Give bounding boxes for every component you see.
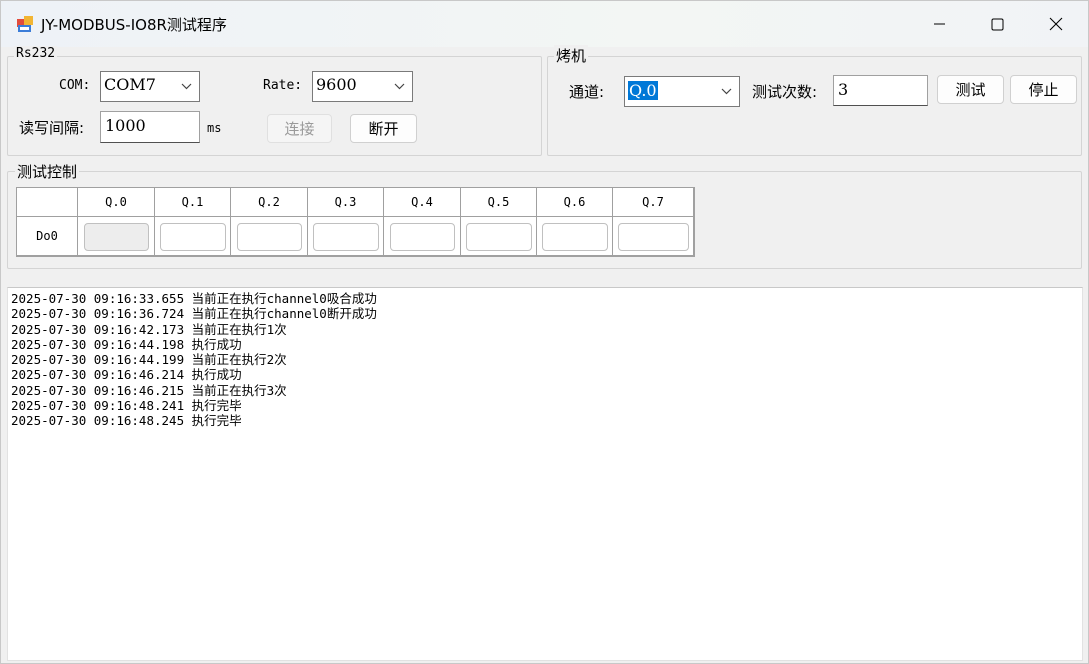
channel-label: 通道: [569,83,605,101]
interval-input[interactable]: 1000 [100,111,200,143]
count-input-value: 3 [838,80,849,99]
grid-header-q5: Q.5 [461,188,537,217]
rate-select[interactable]: 9600 [312,71,413,102]
log-line: 2025-07-30 09:16:48.241 执行完毕 [11,398,242,414]
grid-header-q3: Q.3 [308,188,384,217]
log-line: 2025-07-30 09:16:46.214 执行成功 [11,367,242,383]
grid-corner-cell [17,188,78,217]
io-grid: Q.0 Q.1 Q.2 Q.3 Q.4 Q.5 Q.6 Q.7 Do0 [16,187,695,257]
channel-select[interactable]: Q.0 [624,76,740,107]
rate-select-value: 9600 [316,75,357,94]
grid-header-q0: Q.0 [78,188,155,217]
close-icon [1049,17,1063,31]
count-input[interactable]: 3 [833,75,928,106]
chevron-down-icon [394,83,405,90]
do0-q6-toggle[interactable] [542,223,608,251]
count-label: 测试次数: [752,83,818,101]
interval-unit: ms [207,121,222,135]
connect-button[interactable]: 连接 [267,114,332,143]
test-control-group-title: 测试控制 [15,161,80,182]
stop-button[interactable]: 停止 [1010,75,1077,104]
log-line: 2025-07-30 09:16:46.215 当前正在执行3次 [11,382,287,398]
grid-header-q4: Q.4 [384,188,461,217]
do0-q2-toggle[interactable] [237,223,302,251]
grid-row-label: Do0 [17,217,78,256]
close-button[interactable] [1027,1,1085,47]
log-line: 2025-07-30 09:16:44.199 当前正在执行2次 [11,352,287,368]
grid-header-q2: Q.2 [231,188,308,217]
interval-label: 读写间隔: [19,119,85,137]
window-title: JY-MODBUS-IO8R测试程序 [41,16,227,34]
do0-q5-toggle[interactable] [466,223,532,251]
com-label: COM: [59,78,91,93]
log-line: 2025-07-30 09:16:36.724 当前正在执行channel0断开… [11,306,377,322]
oven-group-title: 烤机 [554,45,589,66]
test-button[interactable]: 测试 [937,75,1004,104]
com-select[interactable]: COM7 [100,71,200,102]
app-icon [17,16,33,32]
title-bar[interactable]: JY-MODBUS-IO8R测试程序 [1,1,1088,47]
channel-select-value: Q.0 [628,81,658,100]
log-line: 2025-07-30 09:16:33.655 当前正在执行channel0吸合… [11,291,377,306]
minimize-button[interactable] [911,1,969,47]
log-textarea[interactable]: 2025-07-30 09:16:33.655 当前正在执行channel0吸合… [7,287,1083,661]
do0-q4-toggle[interactable] [390,223,455,251]
maximize-icon [991,18,1003,30]
chevron-down-icon [721,88,732,95]
disconnect-button[interactable]: 断开 [350,114,417,143]
grid-header-q7: Q.7 [613,188,694,217]
com-select-value: COM7 [104,75,156,94]
log-line: 2025-07-30 09:16:48.245 执行完毕 [11,413,242,429]
interval-input-value: 1000 [105,116,146,135]
rate-label: Rate: [263,78,303,93]
maximize-button[interactable] [968,1,1026,47]
do0-q0-toggle[interactable] [84,223,149,251]
do0-q7-toggle[interactable] [618,223,689,251]
do0-q3-toggle[interactable] [313,223,379,251]
log-line: 2025-07-30 09:16:42.173 当前正在执行1次 [11,321,287,337]
minimize-icon [934,23,945,25]
grid-header-q1: Q.1 [155,188,231,217]
app-window: JY-MODBUS-IO8R测试程序 Rs232 COM: COM7 Rate: [0,0,1089,664]
rs232-group-title: Rs232 [14,46,58,61]
chevron-down-icon [181,83,192,90]
grid-header-q6: Q.6 [537,188,613,217]
log-line: 2025-07-30 09:16:44.198 执行成功 [11,336,242,352]
do0-q1-toggle[interactable] [160,223,226,251]
